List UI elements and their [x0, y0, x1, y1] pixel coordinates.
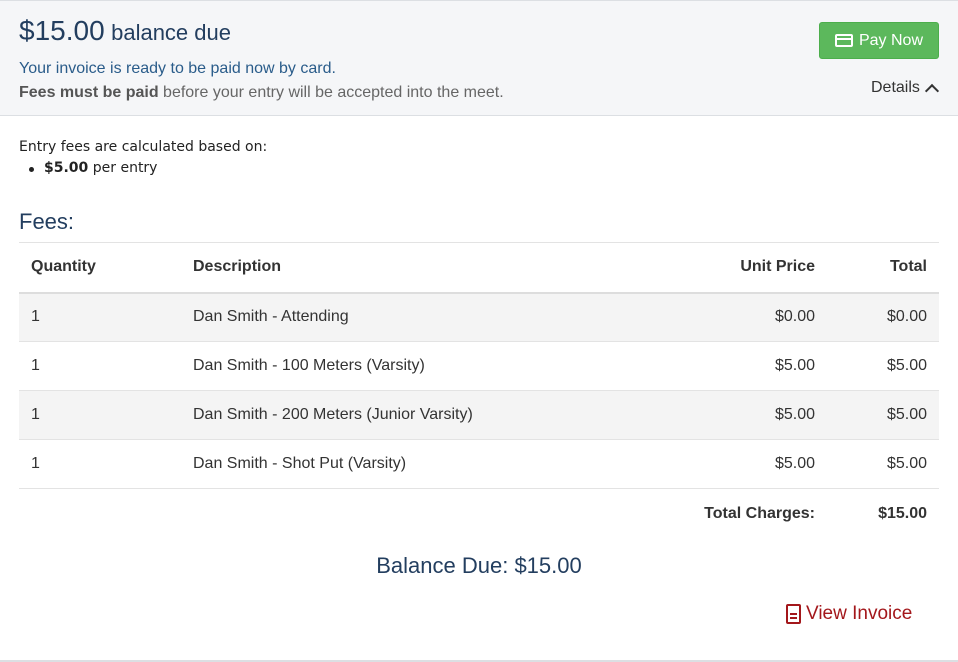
table-row: 1 Dan Smith - Attending $0.00 $0.00	[19, 292, 939, 342]
view-invoice-link[interactable]: View Invoice	[786, 603, 912, 625]
row-total: $5.00	[827, 439, 939, 489]
view-invoice-label: View Invoice	[806, 603, 913, 624]
row-description: Dan Smith - Attending	[181, 292, 581, 342]
row-total: $5.00	[827, 390, 939, 440]
row-description: Dan Smith - Shot Put (Varsity)	[181, 439, 581, 489]
row-quantity: 1	[19, 292, 181, 342]
row-total: $5.00	[827, 341, 939, 391]
row-unit-price: $5.00	[581, 390, 827, 440]
row-quantity: 1	[19, 341, 181, 391]
balance-label: balance due	[111, 20, 231, 45]
chevron-up-icon	[924, 83, 939, 98]
pay-now-button[interactable]: Pay Now	[819, 22, 939, 59]
total-charges-row: Total Charges: $15.00	[19, 489, 939, 539]
fees-notice-rest: before your entry will be accepted into …	[158, 84, 504, 101]
table-row: 1 Dan Smith - 200 Meters (Junior Varsity…	[19, 390, 939, 440]
balance-heading: $15.00 balance due	[19, 15, 231, 47]
fee-per-entry-unit: per entry	[88, 160, 158, 176]
fees-notice-bold: Fees must be paid	[19, 84, 159, 101]
table-row: 1 Dan Smith - 100 Meters (Varsity) $5.00…	[19, 341, 939, 391]
credit-card-icon	[834, 34, 853, 47]
table-row: 1 Dan Smith - Shot Put (Varsity) $5.00 $…	[19, 439, 939, 489]
pay-now-label: Pay Now	[858, 31, 924, 49]
balance-amount: $15.00	[19, 15, 105, 46]
row-unit-price: $0.00	[581, 292, 827, 342]
row-unit-price: $5.00	[581, 439, 827, 489]
row-unit-price: $5.00	[581, 341, 827, 391]
total-charges-label: Total Charges:	[704, 504, 815, 522]
row-quantity: 1	[19, 390, 181, 440]
row-quantity: 1	[19, 439, 181, 489]
table-header-row: Quantity Description Unit Price Total	[19, 242, 939, 294]
column-header-description: Description	[181, 242, 581, 294]
fee-calculation-item: $5.00 per entry	[28, 160, 158, 176]
invoice-header: $15.00 balance due Your invoice is ready…	[0, 0, 958, 116]
row-total: $0.00	[827, 292, 939, 342]
fees-table: Quantity Description Unit Price Total 1 …	[19, 242, 939, 539]
balance-due-summary: Balance Due: $15.00	[376, 553, 582, 578]
fee-calculation-intro: Entry fees are calculated based on:	[19, 139, 268, 155]
total-charges-value: $15.00	[878, 504, 927, 522]
column-header-quantity: Quantity	[19, 242, 181, 294]
details-toggle[interactable]: Details	[871, 79, 939, 98]
row-description: Dan Smith - 100 Meters (Varsity)	[181, 341, 581, 391]
details-label: Details	[871, 79, 920, 96]
fees-notice: Fees must be paid before your entry will…	[19, 84, 504, 102]
fee-per-entry-amount: $5.00	[44, 160, 89, 176]
file-text-icon	[786, 604, 801, 624]
fees-title: Fees:	[19, 209, 75, 234]
column-header-total: Total	[827, 242, 939, 294]
row-description: Dan Smith - 200 Meters (Junior Varsity)	[181, 390, 581, 440]
invoice-ready-text: Your invoice is ready to be paid now by …	[19, 60, 336, 77]
column-header-unit-price: Unit Price	[581, 242, 827, 294]
